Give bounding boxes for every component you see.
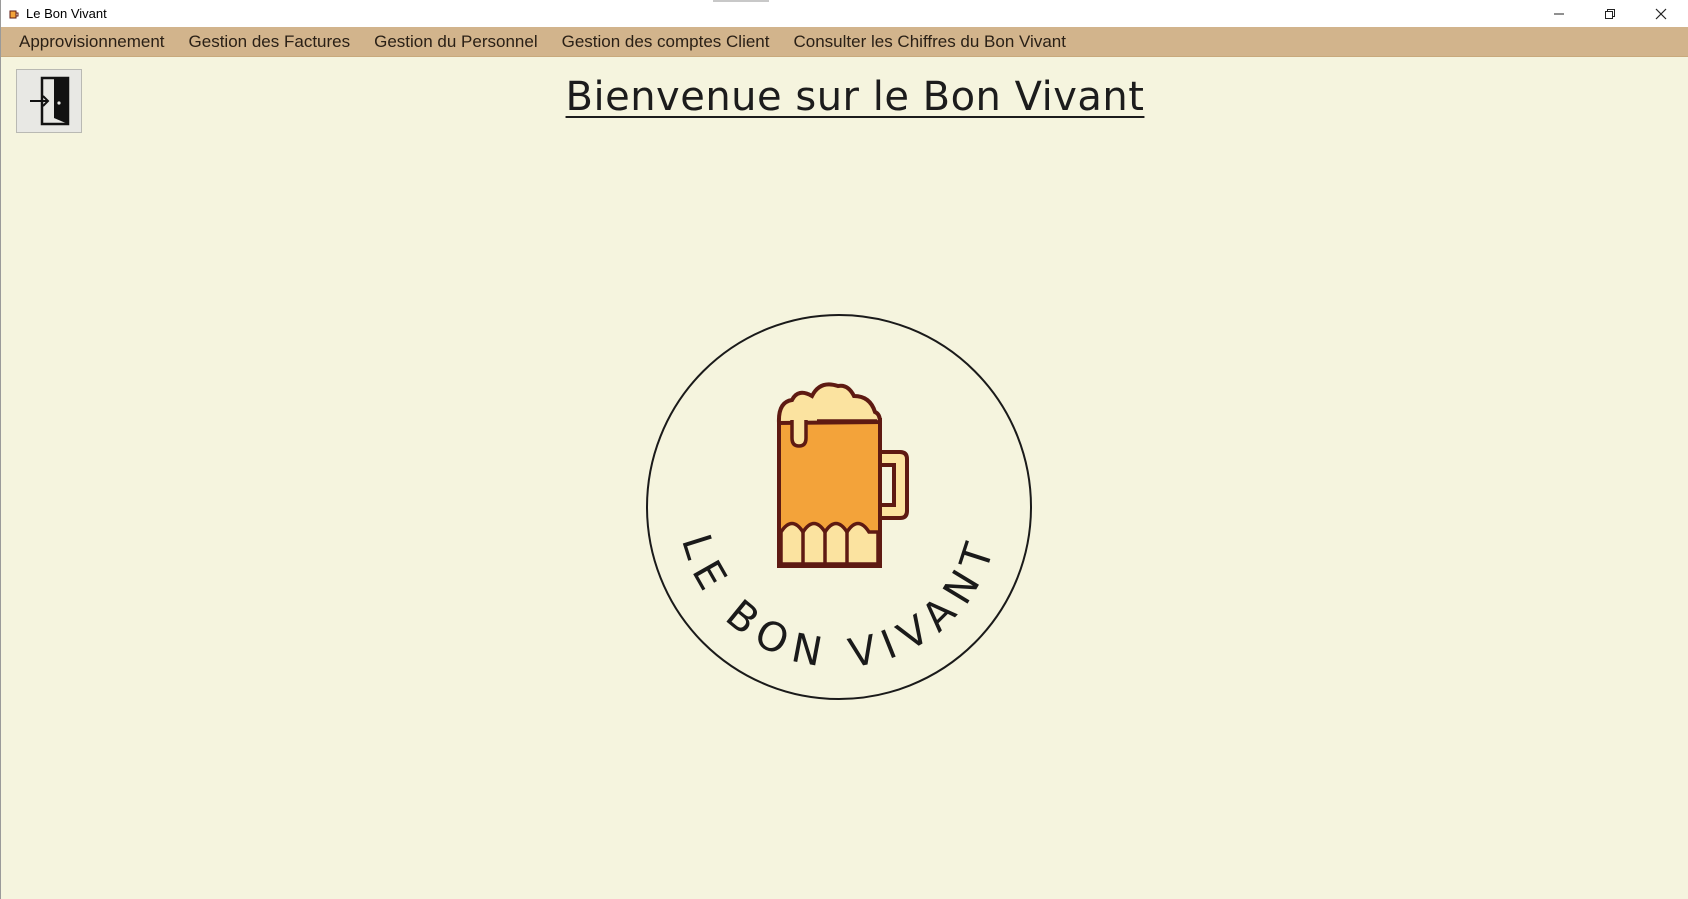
restore-icon bbox=[1605, 8, 1615, 19]
menu-item-gestion-personnel[interactable]: Gestion du Personnel bbox=[362, 27, 550, 57]
maximize-button[interactable] bbox=[1587, 0, 1633, 27]
menu-item-consulter-chiffres[interactable]: Consulter les Chiffres du Bon Vivant bbox=[782, 27, 1078, 57]
close-button[interactable] bbox=[1638, 0, 1684, 27]
drag-notch bbox=[713, 0, 769, 2]
window-title: Le Bon Vivant bbox=[26, 6, 107, 21]
minimize-button[interactable] bbox=[1536, 0, 1582, 27]
app-icon bbox=[7, 7, 21, 21]
menu-bar: Approvisionnement Gestion des Factures G… bbox=[1, 27, 1688, 57]
menu-item-approvisionnement[interactable]: Approvisionnement bbox=[1, 27, 177, 57]
close-icon bbox=[1655, 8, 1667, 19]
menu-item-gestion-factures[interactable]: Gestion des Factures bbox=[177, 27, 363, 57]
menu-item-gestion-comptes-client[interactable]: Gestion des comptes Client bbox=[550, 27, 782, 57]
title-bar: Le Bon Vivant bbox=[1, 0, 1688, 27]
beer-mug-icon bbox=[776, 382, 909, 568]
logo: LE BON VIVANT bbox=[646, 314, 1032, 700]
app-window: Le Bon Vivant Approvisionnement Gestion … bbox=[0, 0, 1688, 899]
page-title: Bienvenue sur le Bon Vivant bbox=[565, 74, 1145, 120]
minimize-icon bbox=[1554, 13, 1564, 14]
